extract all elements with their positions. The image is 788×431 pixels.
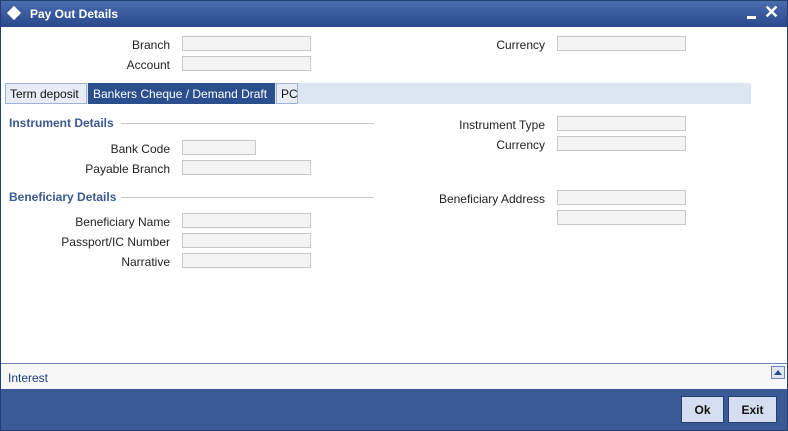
beneficiary-name-field[interactable]: [182, 213, 311, 228]
beneficiary-address-label: Beneficiary Address: [438, 192, 545, 206]
currency-field[interactable]: [557, 36, 686, 51]
beneficiary-address-line1-field[interactable]: [557, 190, 686, 205]
account-label: Account: [126, 58, 170, 72]
instrument-type-field[interactable]: [557, 116, 686, 131]
bank-code-label: Bank Code: [110, 142, 170, 156]
payable-branch-field[interactable]: [182, 160, 311, 175]
currency-label: Currency: [496, 38, 545, 52]
tab-bar: Term deposit Bankers Cheque / Demand Dra…: [5, 83, 751, 104]
exit-button[interactable]: Exit: [728, 396, 777, 423]
tab-pc[interactable]: PC: [276, 83, 298, 104]
scroll-up-icon[interactable]: [771, 366, 785, 379]
beneficiary-details-heading: Beneficiary Details: [9, 190, 117, 204]
branch-field[interactable]: [182, 36, 311, 51]
subscreen-bar: Interest: [1, 363, 787, 389]
instrument-divider: [121, 123, 374, 124]
ok-button[interactable]: Ok: [681, 396, 724, 423]
window-title: Pay Out Details: [30, 7, 119, 21]
tab-bankers-cheque-demand-draft[interactable]: Bankers Cheque / Demand Draft: [88, 83, 275, 104]
title-bar[interactable]: Pay Out Details ✕: [1, 1, 787, 27]
interest-link[interactable]: Interest: [8, 371, 48, 385]
narrative-field[interactable]: [182, 253, 311, 268]
pay-out-details-window: Pay Out Details ✕ Branch Account Currenc…: [0, 0, 788, 431]
instrument-currency-field[interactable]: [557, 136, 686, 151]
passport-ic-number-label: Passport/IC Number: [61, 235, 170, 249]
bank-code-field[interactable]: [182, 140, 256, 155]
tab-term-deposit[interactable]: Term deposit: [5, 83, 87, 104]
passport-ic-number-field[interactable]: [182, 233, 311, 248]
footer-bar: Ok Exit: [1, 389, 787, 430]
payable-branch-label: Payable Branch: [85, 162, 170, 176]
close-icon[interactable]: ✕: [764, 2, 779, 22]
beneficiary-name-label: Beneficiary Name: [75, 215, 170, 229]
instrument-currency-label: Currency: [496, 138, 545, 152]
beneficiary-divider: [121, 197, 374, 198]
diamond-icon: [6, 5, 22, 21]
account-field[interactable]: [182, 56, 311, 71]
instrument-type-label: Instrument Type: [459, 118, 545, 132]
beneficiary-address-line2-field[interactable]: [557, 210, 686, 225]
narrative-label: Narrative: [121, 255, 170, 269]
minimize-icon[interactable]: [747, 16, 756, 19]
instrument-details-heading: Instrument Details: [9, 116, 114, 130]
branch-label: Branch: [131, 38, 170, 52]
